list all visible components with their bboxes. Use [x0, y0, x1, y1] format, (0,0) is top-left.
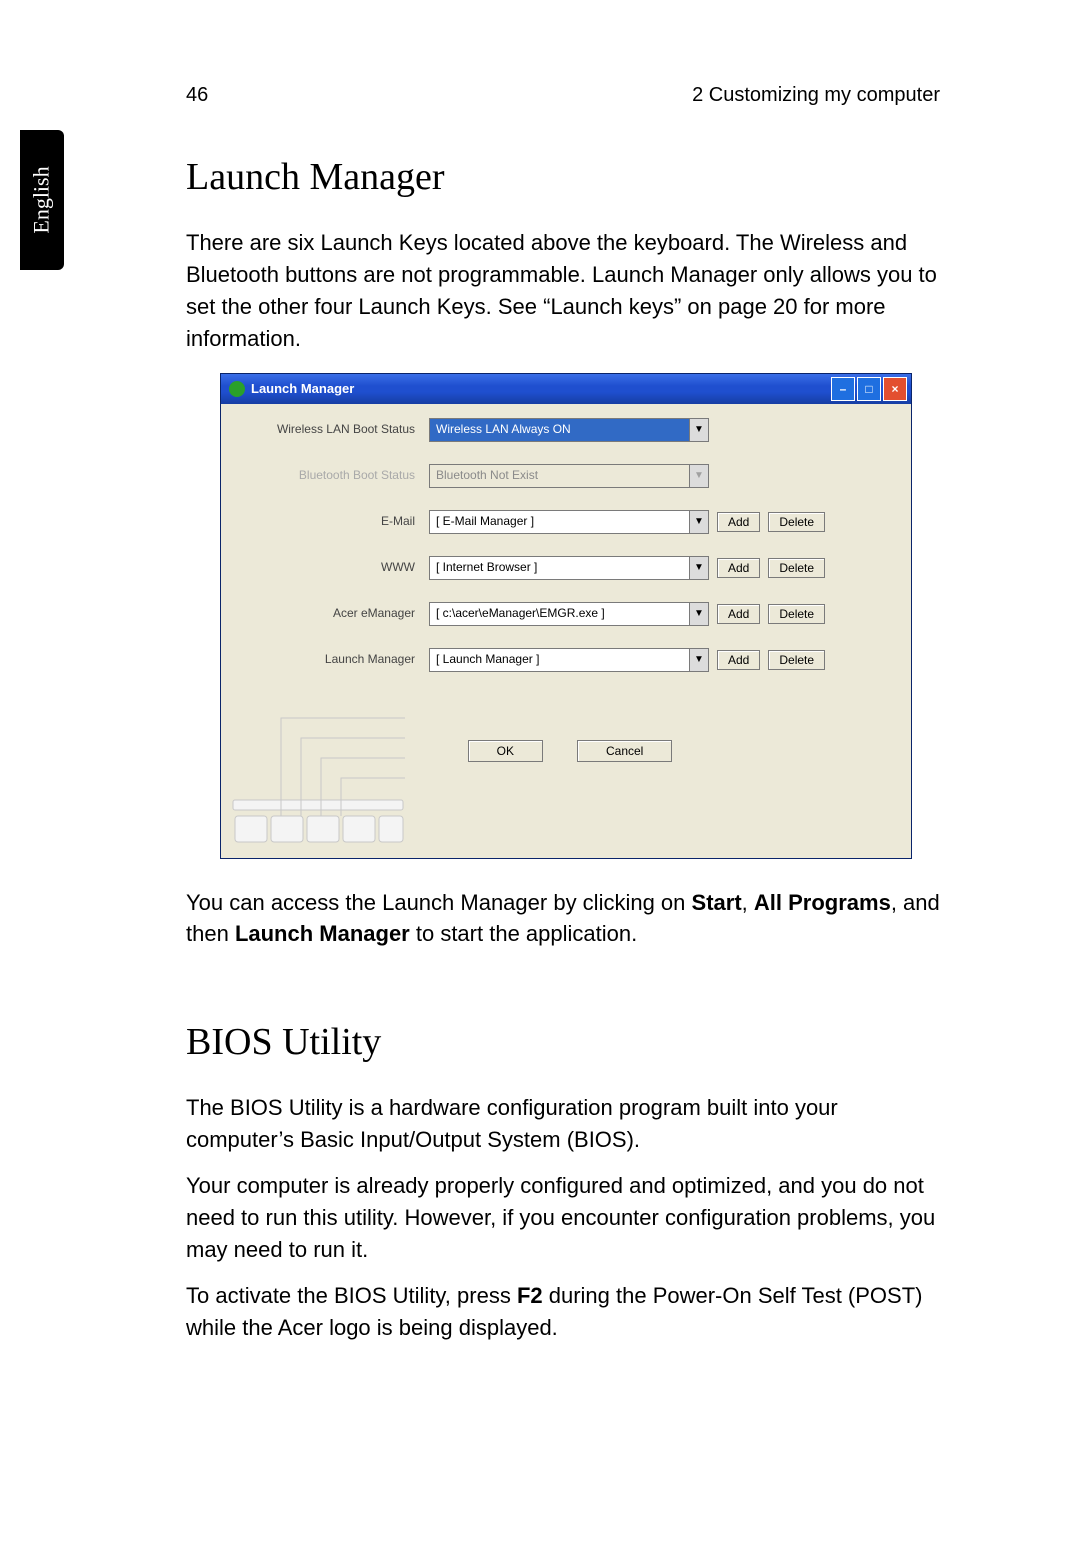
heading-bios: BIOS Utility — [186, 1020, 946, 1064]
paragraph-bios-3: To activate the BIOS Utility, press F2 d… — [186, 1280, 946, 1344]
add-button[interactable]: Add — [717, 512, 760, 532]
label-email: E-Mail — [235, 515, 429, 529]
window-title: Launch Manager — [251, 381, 354, 396]
close-button[interactable]: × — [883, 377, 907, 401]
titlebar[interactable]: Launch Manager – □ × — [221, 374, 911, 404]
combo-emanager[interactable]: [ c:\acer\eManager\EMGR.exe ] ▼ — [429, 602, 709, 626]
language-tab-label: English — [29, 166, 55, 233]
label-bluetooth: Bluetooth Boot Status — [235, 469, 429, 483]
window-buttons: – □ × — [831, 377, 907, 401]
chevron-down-icon[interactable]: ▼ — [690, 510, 709, 534]
add-button[interactable]: Add — [717, 604, 760, 624]
maximize-icon: □ — [865, 382, 872, 396]
language-tab: English — [20, 130, 64, 270]
combo-emanager-value: [ c:\acer\eManager\EMGR.exe ] — [429, 602, 690, 626]
chevron-down-icon[interactable]: ▼ — [690, 556, 709, 580]
chevron-down-icon[interactable]: ▼ — [690, 602, 709, 626]
paragraph-access: You can access the Launch Manager by cli… — [186, 887, 946, 951]
label-emanager: Acer eManager — [235, 607, 429, 621]
combo-email[interactable]: [ E-Mail Manager ] ▼ — [429, 510, 709, 534]
launch-manager-window: Launch Manager – □ × Wireless LAN Boot S… — [220, 373, 912, 859]
combo-www-value: [ Internet Browser ] — [429, 556, 690, 580]
app-icon — [229, 381, 245, 397]
minimize-icon: – — [840, 382, 847, 396]
combo-www[interactable]: [ Internet Browser ] ▼ — [429, 556, 709, 580]
delete-button[interactable]: Delete — [768, 604, 825, 624]
add-button[interactable]: Add — [717, 650, 760, 670]
figure-wrap: Launch Manager – □ × Wireless LAN Boot S… — [186, 373, 946, 859]
add-button[interactable]: Add — [717, 558, 760, 578]
row-bluetooth: Bluetooth Boot Status Bluetooth Not Exis… — [235, 464, 897, 488]
minimize-button[interactable]: – — [831, 377, 855, 401]
label-launchmgr: Launch Manager — [235, 653, 429, 667]
row-launchmgr: Launch Manager [ Launch Manager ] ▼ Add … — [235, 648, 897, 672]
delete-button[interactable]: Delete — [768, 558, 825, 578]
row-emanager: Acer eManager [ c:\acer\eManager\EMGR.ex… — [235, 602, 897, 626]
paragraph-bios-1: The BIOS Utility is a hardware configura… — [186, 1092, 946, 1156]
keyboard-illustration — [229, 688, 409, 848]
chevron-down-icon[interactable]: ▼ — [690, 418, 709, 442]
close-icon: × — [891, 382, 898, 396]
content: Launch Manager There are six Launch Keys… — [186, 155, 946, 1358]
maximize-button[interactable]: □ — [857, 377, 881, 401]
cancel-button[interactable]: Cancel — [577, 740, 672, 762]
heading-launch-manager: Launch Manager — [186, 155, 946, 199]
label-www: WWW — [235, 561, 429, 575]
delete-button[interactable]: Delete — [768, 650, 825, 670]
combo-bluetooth-value: Bluetooth Not Exist — [429, 464, 690, 488]
combo-email-value: [ E-Mail Manager ] — [429, 510, 690, 534]
row-email: E-Mail [ E-Mail Manager ] ▼ Add Delete — [235, 510, 897, 534]
chevron-down-icon[interactable]: ▼ — [690, 648, 709, 672]
row-www: WWW [ Internet Browser ] ▼ Add Delete — [235, 556, 897, 580]
chevron-down-icon: ▼ — [690, 464, 709, 488]
ok-button[interactable]: OK — [468, 740, 543, 762]
combo-wlan[interactable]: Wireless LAN Always ON ▼ — [429, 418, 709, 442]
combo-launchmgr[interactable]: [ Launch Manager ] ▼ — [429, 648, 709, 672]
titlebar-left: Launch Manager — [229, 381, 354, 397]
paragraph-bios-2: Your computer is already properly config… — [186, 1170, 946, 1266]
page: English 46 2 Customizing my computer Lau… — [0, 0, 1080, 1549]
page-number: 46 — [186, 84, 208, 107]
paragraph-intro: There are six Launch Keys located above … — [186, 227, 946, 355]
label-wlan: Wireless LAN Boot Status — [235, 423, 429, 437]
window-body: Wireless LAN Boot Status Wireless LAN Al… — [221, 404, 911, 858]
combo-wlan-value: Wireless LAN Always ON — [429, 418, 690, 442]
combo-bluetooth: Bluetooth Not Exist ▼ — [429, 464, 709, 488]
combo-launchmgr-value: [ Launch Manager ] — [429, 648, 690, 672]
row-wlan: Wireless LAN Boot Status Wireless LAN Al… — [235, 418, 897, 442]
chapter-title: 2 Customizing my computer — [692, 84, 940, 107]
delete-button[interactable]: Delete — [768, 512, 825, 532]
